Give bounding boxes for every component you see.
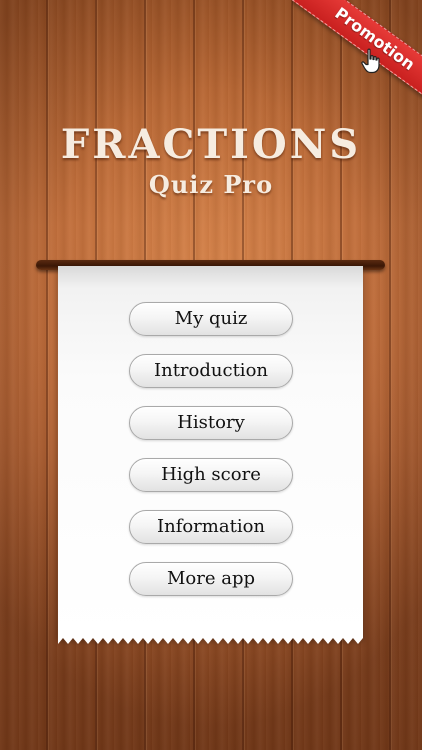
app-title: FRACTIONS Quiz Pro [0, 122, 422, 200]
title-quiz-pro: Quiz Pro [148, 170, 274, 199]
title-fractions: FRACTIONS [60, 121, 362, 168]
history-button[interactable]: History [129, 406, 293, 440]
promotion-ribbon-button[interactable]: Promotion [292, 0, 422, 100]
information-button[interactable]: Information [129, 510, 293, 544]
hand-pointer-icon [361, 48, 380, 74]
my-quiz-button[interactable]: My quiz [129, 302, 293, 336]
paper-torn-edge [58, 636, 363, 644]
introduction-button[interactable]: Introduction [129, 354, 293, 388]
promotion-corner[interactable]: Promotion [292, 0, 422, 100]
main-menu: My quiz Introduction History High score … [129, 302, 293, 614]
more-app-button[interactable]: More app [129, 562, 293, 596]
high-score-button[interactable]: High score [129, 458, 293, 492]
